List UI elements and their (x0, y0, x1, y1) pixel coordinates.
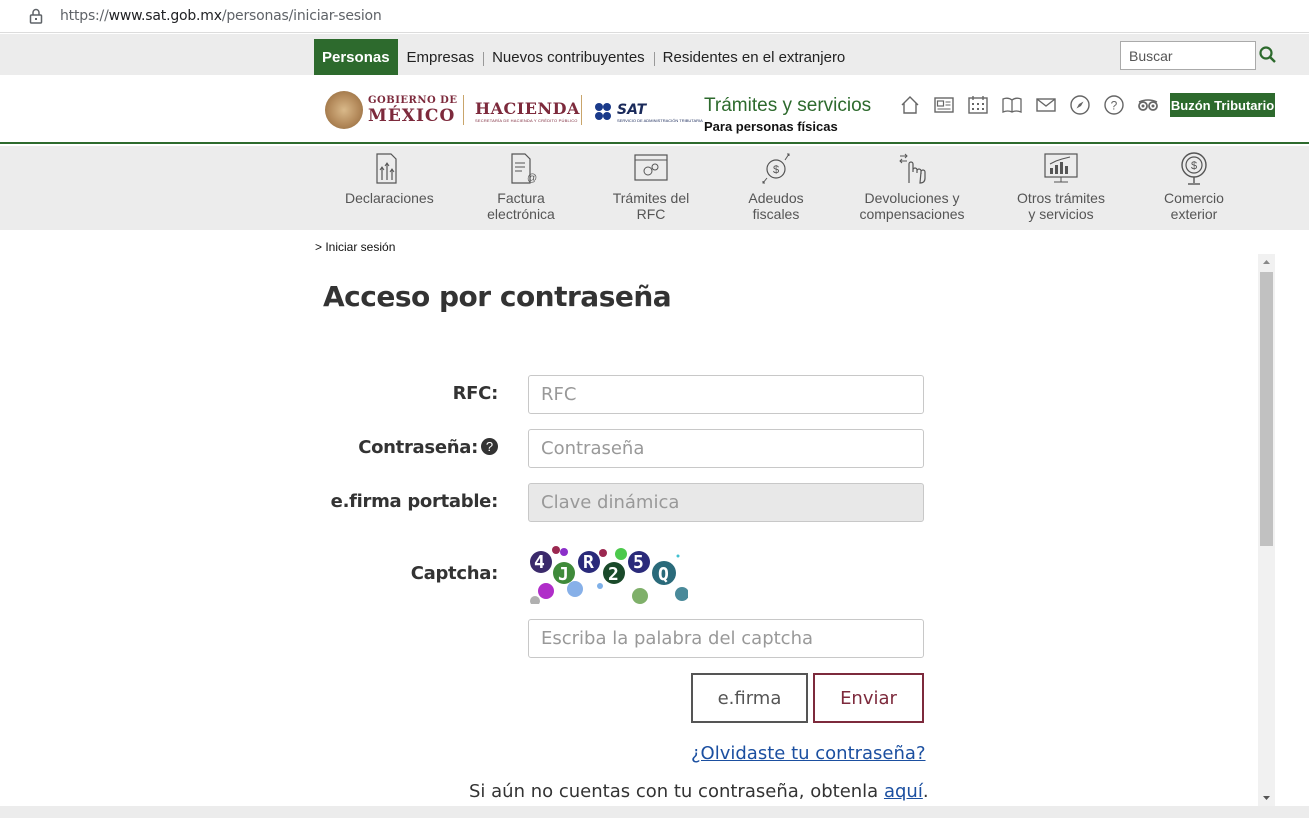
efirma-button[interactable]: e.firma (691, 673, 808, 723)
hacienda-logo[interactable]: HACIENDA (475, 99, 580, 118)
browser-address-bar[interactable]: https://www.sat.gob.mx/personas/iniciar-… (0, 0, 1309, 33)
svg-text:?: ? (1111, 99, 1118, 113)
category-label: exterior (1170, 206, 1218, 222)
captcha-char: 5 (633, 552, 644, 573)
glasses-icon[interactable] (1131, 93, 1165, 117)
devoluciones-icon (899, 153, 926, 184)
captcha-char: J (558, 564, 569, 585)
captcha-char: R (583, 552, 594, 573)
category-label: Factura (497, 190, 545, 206)
captcha-char: 2 (608, 564, 619, 585)
sat-logo[interactable]: SAT (617, 102, 646, 118)
category-declaraciones[interactable]: Declaraciones (345, 150, 434, 206)
captcha-char: 4 (534, 552, 545, 573)
sat-logo-subtitle: SERVICIO DE ADMINISTRACIÓN TRIBUTARIA (617, 118, 703, 123)
no-account-period: . (922, 781, 929, 802)
logo-divider (581, 95, 582, 125)
calendar-icon[interactable] (961, 93, 995, 117)
tab-empresas[interactable]: Empresas (398, 39, 484, 75)
tab-residentes-extranjero[interactable]: Residentes en el extranjero (653, 39, 855, 75)
comercio-icon: $ (1181, 152, 1207, 185)
category-factura-electronica[interactable]: @ Factura electrónica (479, 150, 563, 222)
captcha-image: 4 J R 2 5 Q (530, 546, 688, 604)
book-icon[interactable] (995, 93, 1029, 117)
rfc-input[interactable]: RFC (528, 375, 924, 414)
factura-icon: @ (511, 153, 537, 184)
clave-dinamica-input[interactable]: Clave dinámica (528, 483, 924, 522)
scroll-down-arrow-icon[interactable] (1258, 789, 1275, 806)
gobierno-logo-line2: MÉXICO (368, 106, 456, 126)
declaraciones-icon (376, 153, 397, 184)
category-label: compensaciones (859, 206, 965, 222)
page-bottom-strip (0, 806, 1309, 818)
category-label: electrónica (487, 206, 555, 222)
category-comercio-exterior[interactable]: $ Comercio exterior (1158, 150, 1230, 222)
section-title: Trámites y servicios (704, 95, 872, 116)
rfc-label: RFC: (452, 383, 499, 404)
password-label: Contraseña: (358, 437, 478, 458)
lock-icon (29, 8, 43, 24)
hacienda-logo-subtitle: SECRETARÍA DE HACIENDA Y CRÉDITO PÚBLICO (475, 118, 578, 123)
compass-icon[interactable] (1063, 93, 1097, 117)
rfc-icon (634, 154, 668, 181)
scrollbar-thumb[interactable] (1260, 272, 1273, 546)
help-circle-icon[interactable]: ? (481, 438, 498, 455)
category-label: Declaraciones (345, 190, 434, 206)
category-label: Comercio (1164, 190, 1224, 206)
category-tramites-rfc[interactable]: Trámites del RFC (610, 150, 692, 222)
svg-text:@: @ (527, 173, 537, 184)
section-subtitle: Para personas físicas (704, 119, 838, 134)
gobierno-seal-logo[interactable] (325, 91, 363, 129)
captcha-input[interactable]: Escriba la palabra del captcha (528, 619, 924, 658)
obtain-password-link[interactable]: aquí (884, 781, 923, 802)
category-label: Otros trámites (1017, 190, 1105, 206)
newspaper-icon[interactable] (927, 93, 961, 117)
category-devoluciones[interactable]: Devoluciones y compensaciones (859, 150, 965, 222)
category-otros-tramites[interactable]: Otros trámites y servicios (1014, 150, 1108, 222)
site-header: GOBIERNO DE MÉXICO HACIENDA SECRETARÍA D… (0, 75, 1309, 144)
category-label: Trámites del (612, 190, 690, 206)
breadcrumb[interactable]: > Iniciar sesión (315, 240, 395, 254)
svg-text:$: $ (773, 164, 779, 176)
help-icon[interactable]: ? (1097, 93, 1131, 117)
category-nav: Declaraciones @ Factura electrónica Trám… (0, 146, 1309, 230)
audience-tabs: Personas Empresas Nuevos contribuyentes … (314, 39, 854, 75)
category-adeudos-fiscales[interactable]: $ Adeudos fiscales (740, 150, 812, 222)
forgot-password-link[interactable]: ¿Olvidaste tu contraseña? (691, 743, 926, 764)
search-icon[interactable] (1258, 45, 1278, 65)
mail-icon[interactable] (1029, 93, 1063, 117)
tab-personas[interactable]: Personas (314, 39, 398, 75)
page-title: Acceso por contraseña (323, 280, 672, 313)
svg-text:$: $ (1191, 160, 1197, 172)
category-label: y servicios (1028, 206, 1094, 222)
no-account-label: Si aún no cuentas con tu contraseña, obt… (469, 781, 879, 802)
efirma-portable-label: e.firma portable: (330, 491, 499, 512)
home-icon[interactable] (893, 93, 927, 117)
enviar-button[interactable]: Enviar (813, 673, 924, 723)
gobierno-logo-line1: GOBIERNO DE (368, 95, 458, 106)
category-label: RFC (636, 206, 666, 222)
search-input[interactable]: Buscar (1120, 41, 1256, 70)
url-text[interactable]: https://www.sat.gob.mx/personas/iniciar-… (60, 8, 382, 24)
logo-divider (463, 95, 464, 125)
no-account-text: Si aún no cuentas con tu contraseña, obt… (469, 781, 929, 802)
captcha-label: Captcha: (410, 563, 499, 584)
password-input[interactable]: Contraseña (528, 429, 924, 468)
category-label: fiscales (752, 206, 800, 222)
otros-icon (1044, 153, 1078, 183)
audience-nav-bar: Personas Empresas Nuevos contribuyentes … (0, 34, 1309, 75)
vertical-scrollbar[interactable] (1258, 254, 1275, 806)
category-label: Devoluciones y (864, 190, 960, 206)
tab-nuevos-contribuyentes[interactable]: Nuevos contribuyentes (483, 39, 654, 75)
adeudos-icon: $ (762, 153, 790, 184)
captcha-char: Q (658, 564, 669, 585)
buzon-tributario-button[interactable]: Buzón Tributario (1170, 93, 1275, 117)
header-icon-toolbar: ? (893, 93, 1165, 117)
scroll-up-arrow-icon[interactable] (1258, 254, 1275, 271)
category-label: Adeudos (748, 190, 804, 206)
